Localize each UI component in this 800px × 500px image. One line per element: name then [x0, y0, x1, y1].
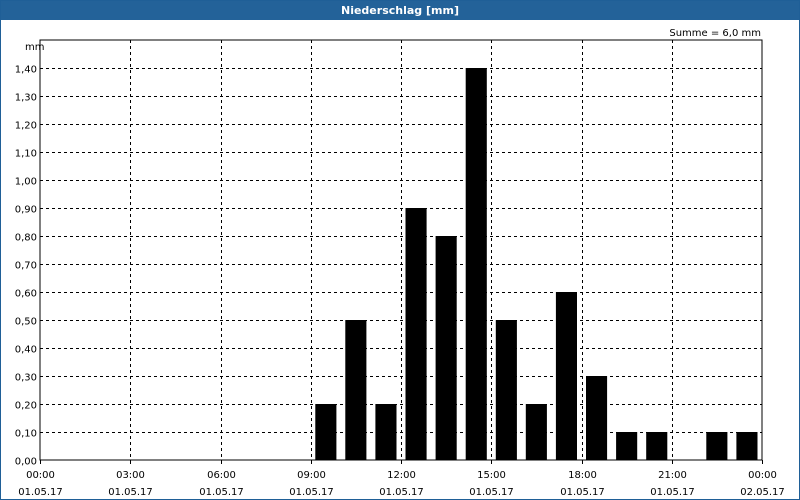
y-tick-label: 0,10: [15, 429, 37, 440]
bar-1700: [555, 292, 577, 460]
y-tick-label: 1,00: [15, 177, 37, 188]
x-tick-time-label: 03:00: [116, 470, 145, 481]
x-tick-time-label: 12:00: [387, 470, 416, 481]
bar-1600: [525, 404, 547, 460]
x-tick-time-label: 00:00: [748, 470, 777, 481]
gridlines: [40, 40, 762, 460]
x-tick-time-label: 00:00: [26, 470, 55, 481]
bar-1200: [405, 208, 427, 460]
bar-0900: [315, 404, 337, 460]
y-tick-label: 0,90: [15, 205, 37, 216]
bar-1400: [465, 68, 487, 460]
bar-1800: [586, 376, 608, 460]
precipitation-chart: mm Summe = 6,0 mm 0,000,100,200,300,400,…: [15, 28, 785, 498]
bar-1000: [345, 320, 367, 460]
bar-2000: [646, 432, 668, 460]
y-tick-label: 0,20: [15, 401, 37, 412]
bar-1100: [375, 404, 397, 460]
y-tick-label: 0,30: [15, 373, 37, 384]
y-tick-label: 1,10: [15, 149, 37, 160]
x-tick-date-label: 01.05.17: [469, 487, 514, 498]
y-axis-ticks: 0,00 0,10 0,20 0,30 0,40 0,50 0,60 0,70 0,80 0,90…: [15, 65, 37, 468]
x-tick-date-label: 01.05.17: [199, 487, 244, 498]
x-tick-time-label: 18:00: [568, 470, 597, 481]
y-tick-label: 1,30: [15, 93, 37, 104]
x-tick-time-label: 21:00: [658, 470, 687, 481]
y-tick-label: 0,00: [15, 457, 37, 468]
x-tick-time-label: 09:00: [297, 470, 326, 481]
bar-1900: [616, 432, 638, 460]
x-tick-date-label: 01.05.17: [650, 487, 695, 498]
bar-1500: [495, 320, 517, 460]
bars: [315, 68, 758, 460]
y-tick-label: 0,70: [15, 261, 37, 272]
x-tick-date-label: 01.05.17: [289, 487, 334, 498]
x-tick-time-label: 15:00: [477, 470, 506, 481]
sum-annotation: Summe = 6,0 mm: [669, 28, 761, 39]
x-tick-date-label: 01.05.17: [379, 487, 424, 498]
y-tick-label: 0,60: [15, 289, 37, 300]
y-tick-label: 1,20: [15, 121, 37, 132]
x-tick-date-label: 01.05.17: [560, 487, 605, 498]
y-tick-label: 0,50: [15, 317, 37, 328]
x-tick-date-label: 02.05.17: [740, 487, 785, 498]
x-tick-date-label: 01.05.17: [108, 487, 153, 498]
y-tick-label: 1,40: [15, 65, 37, 76]
x-tick-time-label: 06:00: [207, 470, 236, 481]
y-axis-unit-label: mm: [25, 42, 44, 53]
bar-2200: [706, 432, 728, 460]
y-tick-label: 0,40: [15, 345, 37, 356]
x-axis-ticks: 00:00 01.05.17 03:00 01.05.17 06:00 01.05.17 0…: [18, 460, 785, 498]
x-tick-date-label: 01.05.17: [18, 487, 63, 498]
y-tick-label: 0,80: [15, 233, 37, 244]
bar-1300: [435, 236, 457, 460]
bar-2300: [736, 432, 758, 460]
